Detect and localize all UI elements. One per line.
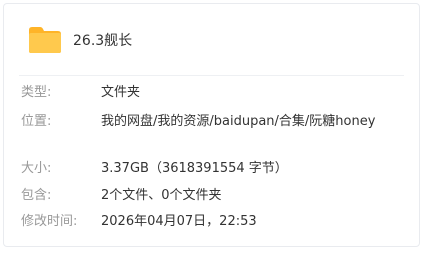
header-divider [19, 75, 404, 76]
modified-label: 修改时间: [21, 214, 78, 229]
size-value: 3.37GB（3618391554 字节） [101, 161, 288, 176]
size-label: 大小: [21, 161, 52, 176]
file-header: 26.3舰长 [4, 4, 419, 76]
contains-value: 2个文件、0个文件夹 [101, 188, 222, 203]
contains-label: 包含: [21, 188, 52, 203]
file-name: 26.3舰长 [73, 33, 133, 49]
type-value: 文件夹 [101, 85, 141, 100]
folder-icon [28, 26, 62, 54]
location-value: 我的网盘/我的资源/baidupan/合集/阮糖honey [101, 114, 376, 129]
type-label: 类型: [21, 85, 52, 100]
file-properties-panel: 26.3舰长 类型: 文件夹 位置: 我的网盘/我的资源/baidupan/合集… [3, 3, 420, 247]
location-label: 位置: [21, 114, 52, 129]
modified-value: 2026年04月07日，22:53 [101, 214, 257, 229]
